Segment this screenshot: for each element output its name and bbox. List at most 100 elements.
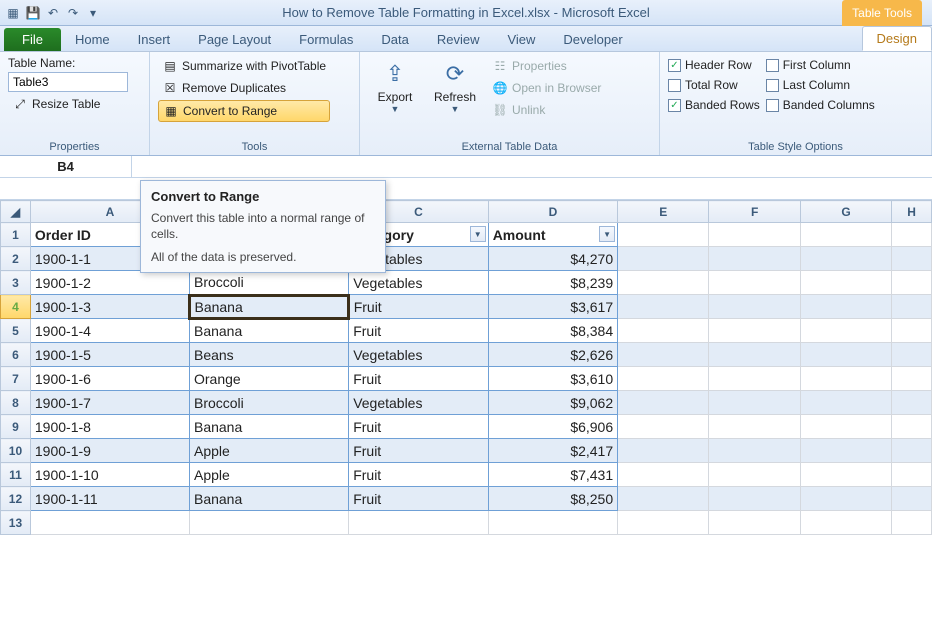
name-box[interactable]: B4: [0, 156, 132, 178]
tab-file[interactable]: File: [4, 28, 61, 51]
tab-page-layout[interactable]: Page Layout: [184, 28, 285, 51]
cell-E3[interactable]: [618, 271, 709, 295]
cell-C4[interactable]: Fruit: [349, 295, 489, 319]
cell-G1[interactable]: [800, 223, 891, 247]
cell-E10[interactable]: [618, 439, 709, 463]
cell-G5[interactable]: [800, 319, 891, 343]
remove-duplicates-button[interactable]: ☒ Remove Duplicates: [158, 78, 330, 98]
cell-D5[interactable]: $8,384: [488, 319, 617, 343]
banded-columns-checkbox[interactable]: Banded Columns: [766, 96, 875, 114]
cell-H9[interactable]: [892, 415, 932, 439]
row-header-12[interactable]: 12: [1, 487, 31, 511]
cell-F2[interactable]: [709, 247, 800, 271]
cell-B11[interactable]: Apple: [189, 463, 348, 487]
col-header-G[interactable]: G: [800, 201, 891, 223]
cell-E13[interactable]: [618, 511, 709, 535]
filter-dropdown-icon[interactable]: ▼: [599, 226, 615, 242]
row-header-7[interactable]: 7: [1, 367, 31, 391]
unlink-button[interactable]: ⛓ Unlink: [488, 100, 605, 120]
cell-D12[interactable]: $8,250: [488, 487, 617, 511]
cell-H11[interactable]: [892, 463, 932, 487]
cell-G3[interactable]: [800, 271, 891, 295]
row-header-1[interactable]: 1: [1, 223, 31, 247]
cell-C5[interactable]: Fruit: [349, 319, 489, 343]
cell-B13[interactable]: [189, 511, 348, 535]
cell-H13[interactable]: [892, 511, 932, 535]
cell-E6[interactable]: [618, 343, 709, 367]
cell-B9[interactable]: Banana: [189, 415, 348, 439]
last-column-checkbox[interactable]: Last Column: [766, 76, 875, 94]
cell-C12[interactable]: Fruit: [349, 487, 489, 511]
cell-E4[interactable]: [618, 295, 709, 319]
cell-D11[interactable]: $7,431: [488, 463, 617, 487]
cell-A7[interactable]: 1900-1-6: [30, 367, 189, 391]
cell-H10[interactable]: [892, 439, 932, 463]
cell-H5[interactable]: [892, 319, 932, 343]
cell-D6[interactable]: $2,626: [488, 343, 617, 367]
row-header-13[interactable]: 13: [1, 511, 31, 535]
cell-D9[interactable]: $6,906: [488, 415, 617, 439]
redo-icon[interactable]: ↷: [64, 4, 82, 22]
table-name-input[interactable]: [8, 72, 128, 92]
cell-C6[interactable]: Vegetables: [349, 343, 489, 367]
row-header-5[interactable]: 5: [1, 319, 31, 343]
row-header-2[interactable]: 2: [1, 247, 31, 271]
cell-G10[interactable]: [800, 439, 891, 463]
refresh-button[interactable]: ⟳ Refresh ▼: [428, 56, 482, 139]
first-column-checkbox[interactable]: First Column: [766, 56, 875, 74]
cell-E9[interactable]: [618, 415, 709, 439]
cell-B6[interactable]: Beans: [189, 343, 348, 367]
cell-D4[interactable]: $3,617: [488, 295, 617, 319]
cell-F9[interactable]: [709, 415, 800, 439]
summarize-pivottable-button[interactable]: ▤ Summarize with PivotTable: [158, 56, 330, 76]
cell-F1[interactable]: [709, 223, 800, 247]
cell-A12[interactable]: 1900-1-11: [30, 487, 189, 511]
cell-G9[interactable]: [800, 415, 891, 439]
cell-A10[interactable]: 1900-1-9: [30, 439, 189, 463]
row-header-11[interactable]: 11: [1, 463, 31, 487]
tab-design[interactable]: Design: [862, 26, 932, 51]
cell-H6[interactable]: [892, 343, 932, 367]
cell-F8[interactable]: [709, 391, 800, 415]
cell-F4[interactable]: [709, 295, 800, 319]
cell-G12[interactable]: [800, 487, 891, 511]
cell-C8[interactable]: Vegetables: [349, 391, 489, 415]
cell-C7[interactable]: Fruit: [349, 367, 489, 391]
row-header-10[interactable]: 10: [1, 439, 31, 463]
cell-D13[interactable]: [488, 511, 617, 535]
cell-F11[interactable]: [709, 463, 800, 487]
cell-H12[interactable]: [892, 487, 932, 511]
cell-H4[interactable]: [892, 295, 932, 319]
convert-to-range-button[interactable]: ▦ Convert to Range: [158, 100, 330, 122]
row-header-9[interactable]: 9: [1, 415, 31, 439]
save-icon[interactable]: 💾: [24, 4, 42, 22]
resize-table-button[interactable]: ⤢ Resize Table: [8, 94, 128, 114]
cell-C13[interactable]: [349, 511, 489, 535]
cell-E7[interactable]: [618, 367, 709, 391]
cell-H3[interactable]: [892, 271, 932, 295]
header-row-checkbox[interactable]: ✓Header Row: [668, 56, 760, 74]
cell-D3[interactable]: $8,239: [488, 271, 617, 295]
open-in-browser-button[interactable]: 🌐 Open in Browser: [488, 78, 605, 98]
cell-A5[interactable]: 1900-1-4: [30, 319, 189, 343]
undo-icon[interactable]: ↶: [44, 4, 62, 22]
tab-formulas[interactable]: Formulas: [285, 28, 367, 51]
filter-dropdown-icon[interactable]: ▼: [470, 226, 486, 242]
total-row-checkbox[interactable]: Total Row: [668, 76, 760, 94]
cell-F13[interactable]: [709, 511, 800, 535]
tab-insert[interactable]: Insert: [124, 28, 185, 51]
cell-E11[interactable]: [618, 463, 709, 487]
cell-F3[interactable]: [709, 271, 800, 295]
cell-B12[interactable]: Banana: [189, 487, 348, 511]
export-button[interactable]: ⇪ Export ▼: [368, 56, 422, 139]
col-header-H[interactable]: H: [892, 201, 932, 223]
cell-G6[interactable]: [800, 343, 891, 367]
cell-E12[interactable]: [618, 487, 709, 511]
row-header-3[interactable]: 3: [1, 271, 31, 295]
cell-C10[interactable]: Fruit: [349, 439, 489, 463]
cell-G4[interactable]: [800, 295, 891, 319]
cell-B8[interactable]: Broccoli: [189, 391, 348, 415]
cell-A6[interactable]: 1900-1-5: [30, 343, 189, 367]
row-header-6[interactable]: 6: [1, 343, 31, 367]
external-properties-button[interactable]: ☷ Properties: [488, 56, 605, 76]
